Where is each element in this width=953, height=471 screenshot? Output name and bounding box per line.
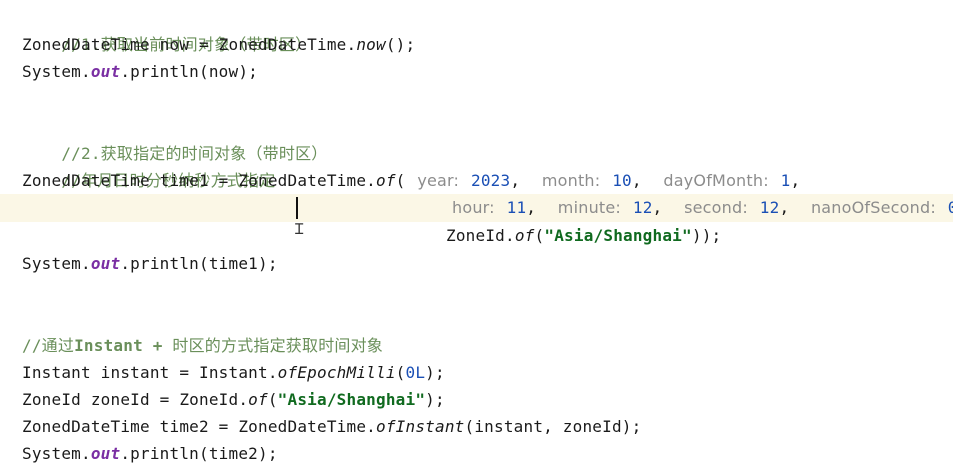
code-line-print-time2[interactable]: System.out.println(time2); (22, 440, 278, 467)
code-line-zoneid[interactable]: ZoneId zoneId = ZoneId.of("Asia/Shanghai… (22, 386, 445, 413)
param-hint-year: year: (417, 171, 460, 190)
ibeam-cursor-icon: Ɪ (295, 220, 304, 238)
code-line-zone-of[interactable]: ZoneId.of("Asia/Shanghai")); (446, 222, 721, 249)
code-line-time2[interactable]: ZonedDateTime time2 = ZonedDateTime.ofIn… (22, 413, 641, 440)
param-hint-day-of-month: dayOfMonth: (663, 171, 769, 190)
code-line-time1[interactable]: ZonedDateTime time1 = ZonedDateTime.of( … (22, 167, 800, 194)
code-line-time1-cont[interactable]: hour: 11, minute: 12, second: 12, nanoOf… (450, 194, 953, 221)
code-line-comment-3[interactable]: //年月日时分秒纳秒方式指定 (22, 140, 275, 190)
code-line-now[interactable]: ZonedDateTime now = ZonedDateTime.now(); (22, 31, 415, 58)
param-hint-hour: hour: (452, 198, 495, 217)
param-hint-second: second: (684, 198, 748, 217)
code-line-comment-4[interactable]: //通过Instant + 时区的方式指定获取时间对象 (22, 332, 383, 359)
code-line-instant[interactable]: Instant instant = Instant.ofEpochMilli(0… (22, 359, 445, 386)
code-line-comment-2[interactable]: //2.获取指定的时间对象（带时区） (22, 113, 327, 163)
param-hint-minute: minute: (557, 198, 622, 217)
text-caret (296, 197, 298, 219)
code-line-print-now[interactable]: System.out.println(now); (22, 58, 258, 85)
code-line-comment-1[interactable]: //1.获取当前时间对象（带时区） (22, 4, 311, 54)
code-line-print-time1[interactable]: System.out.println(time1); (22, 250, 278, 277)
code-editor[interactable]: //1.获取当前时间对象（带时区） ZonedDateTime now = Zo… (0, 0, 953, 471)
param-hint-month: month: (541, 171, 601, 190)
param-hint-nano-of-second: nanoOfSecond: (810, 198, 936, 217)
